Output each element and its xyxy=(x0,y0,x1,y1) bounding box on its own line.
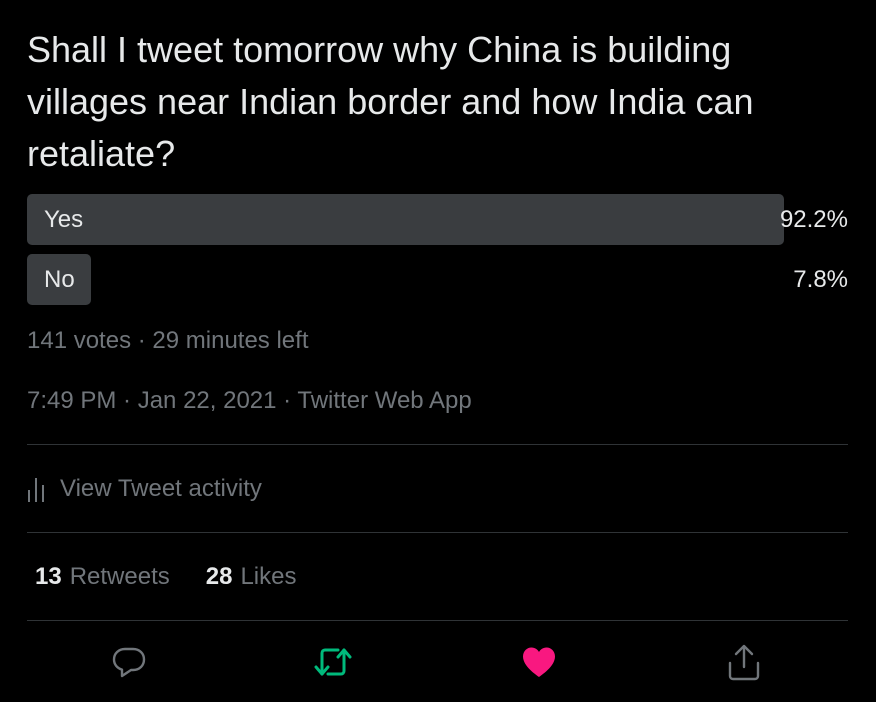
poll-option-yes: Yes 92.2% xyxy=(27,194,848,245)
retweet-icon xyxy=(314,648,352,676)
poll-summary: 141 votes · 29 minutes left xyxy=(27,327,309,354)
likes-label: Likes xyxy=(240,563,297,590)
divider xyxy=(27,532,848,533)
retweets-count-link[interactable]: 13 Retweets xyxy=(35,560,170,594)
retweet-button[interactable] xyxy=(313,640,353,684)
like-button[interactable] xyxy=(519,640,559,684)
tweet-timestamp[interactable]: 7:49 PM · Jan 22, 2021 · Twitter Web App xyxy=(27,384,472,418)
share-button[interactable] xyxy=(724,640,764,684)
analytics-icon xyxy=(28,478,44,502)
heart-icon xyxy=(523,647,555,677)
divider xyxy=(27,444,848,445)
poll: Yes 92.2% No 7.8% xyxy=(27,194,848,314)
tweet-actions xyxy=(0,640,876,690)
view-tweet-activity-label: View Tweet activity xyxy=(60,475,262,502)
view-tweet-activity-link[interactable]: View Tweet activity xyxy=(27,472,262,506)
divider xyxy=(27,620,848,621)
engagement-counts: 13 Retweets 28 Likes xyxy=(35,560,332,594)
likes-count: 28 xyxy=(205,563,233,590)
poll-option-percent: 7.8% xyxy=(793,266,848,293)
retweets-count: 13 xyxy=(35,563,62,590)
poll-option-label: No xyxy=(44,266,75,293)
poll-bar-yes xyxy=(27,194,784,245)
likes-count-link[interactable]: 28 Likes xyxy=(206,560,297,594)
poll-option-percent: 92.2% xyxy=(779,206,848,233)
poll-option-label: Yes xyxy=(44,206,84,233)
reply-button[interactable] xyxy=(109,640,149,684)
tweet-text: Shall I tweet tomorrow why China is buil… xyxy=(27,29,754,174)
reply-icon xyxy=(112,647,146,678)
retweets-label: Retweets xyxy=(69,563,170,590)
share-icon xyxy=(728,644,760,681)
poll-option-no: No 7.8% xyxy=(27,254,848,305)
